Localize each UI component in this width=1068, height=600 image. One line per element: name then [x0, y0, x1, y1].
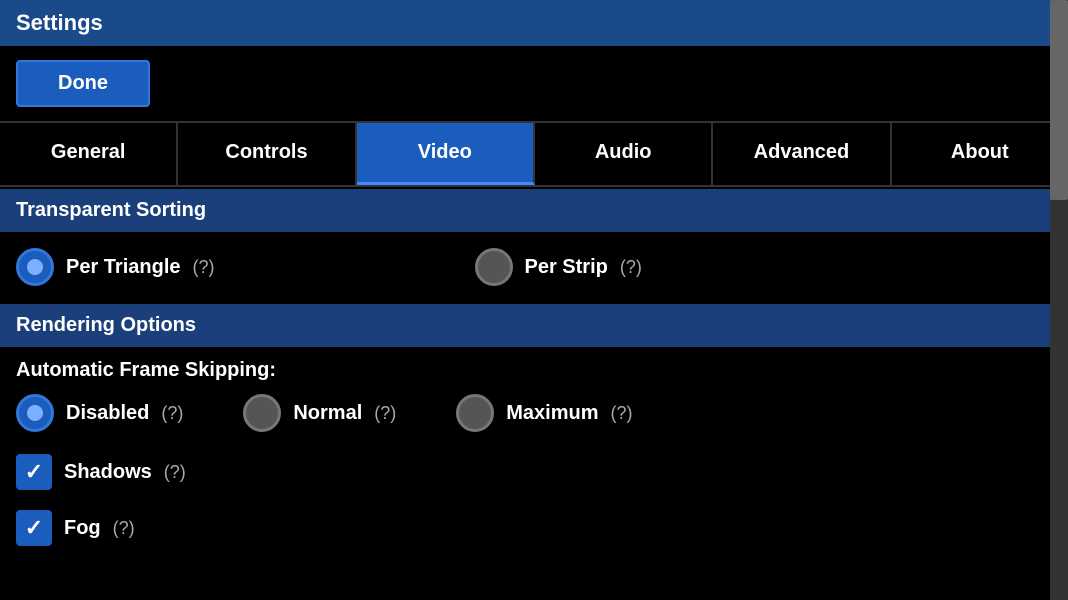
per-strip-radio[interactable]	[475, 248, 513, 286]
done-button[interactable]: Done	[16, 60, 150, 107]
fog-help: (?)	[113, 518, 135, 539]
afs-disabled-option[interactable]: Disabled (?)	[16, 394, 183, 432]
afs-disabled-help: (?)	[161, 403, 183, 424]
per-strip-help: (?)	[620, 257, 642, 278]
afs-maximum-option[interactable]: Maximum (?)	[456, 394, 632, 432]
afs-label: Automatic Frame Skipping:	[0, 347, 1050, 386]
transparent-sorting-options: Per Triangle (?) Per Strip (?)	[0, 232, 1050, 302]
content-area: Transparent Sorting Per Triangle (?) Per…	[0, 189, 1050, 556]
afs-disabled-label: Disabled	[66, 402, 149, 425]
afs-normal-label: Normal	[293, 402, 362, 425]
afs-maximum-label: Maximum	[506, 402, 598, 425]
afs-maximum-radio[interactable]	[456, 394, 494, 432]
afs-options-row: Disabled (?) Normal (?) Maximum (?)	[0, 386, 1050, 444]
per-strip-option[interactable]: Per Strip (?)	[475, 248, 642, 286]
per-triangle-option[interactable]: Per Triangle (?)	[16, 248, 215, 286]
per-triangle-label: Per Triangle	[66, 256, 181, 279]
title-text: Settings	[16, 10, 103, 35]
shadows-row: ✓ Shadows (?)	[0, 444, 1050, 500]
tab-video[interactable]: Video	[357, 123, 535, 185]
rendering-options-header: Rendering Options	[0, 304, 1050, 347]
afs-normal-help: (?)	[374, 403, 396, 424]
per-triangle-help: (?)	[193, 257, 215, 278]
per-triangle-radio[interactable]	[16, 248, 54, 286]
transparent-sorting-header: Transparent Sorting	[0, 189, 1050, 232]
scrollbar-thumb[interactable]	[1050, 0, 1068, 200]
afs-maximum-help: (?)	[611, 403, 633, 424]
fog-row: ✓ Fog (?)	[0, 500, 1050, 556]
scrollbar[interactable]	[1050, 0, 1068, 600]
tab-controls[interactable]: Controls	[178, 123, 356, 185]
tab-about[interactable]: About	[892, 123, 1068, 185]
per-strip-label: Per Strip	[525, 256, 608, 279]
tab-audio[interactable]: Audio	[535, 123, 713, 185]
afs-normal-option[interactable]: Normal (?)	[243, 394, 396, 432]
fog-label: Fog	[64, 517, 101, 540]
shadows-label: Shadows	[64, 461, 152, 484]
done-area: Done	[0, 46, 1068, 121]
title-bar: Settings	[0, 0, 1068, 46]
tab-general[interactable]: General	[0, 123, 178, 185]
afs-normal-radio[interactable]	[243, 394, 281, 432]
fog-checkbox[interactable]: ✓	[16, 510, 52, 546]
tab-advanced[interactable]: Advanced	[713, 123, 891, 185]
shadows-checkbox[interactable]: ✓	[16, 454, 52, 490]
tabs-row: General Controls Video Audio Advanced Ab…	[0, 121, 1068, 187]
shadows-help: (?)	[164, 462, 186, 483]
afs-disabled-radio[interactable]	[16, 394, 54, 432]
